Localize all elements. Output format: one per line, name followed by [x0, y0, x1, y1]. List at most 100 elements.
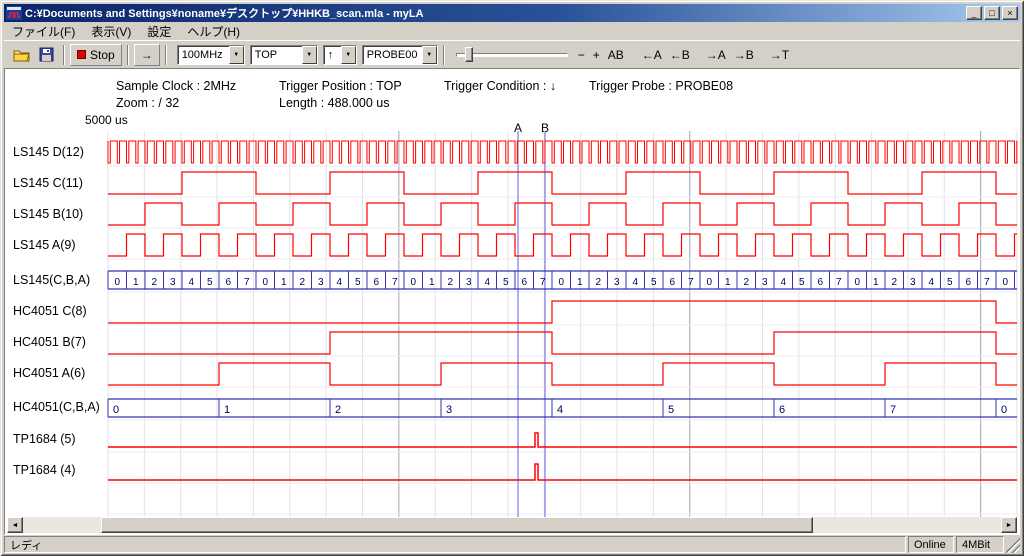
trigger-probe-combo[interactable]: PROBE00 ▼ [362, 45, 438, 65]
menu-settings[interactable]: 設定 [139, 21, 179, 42]
app-window: C:¥Documents and Settings¥noname¥デスクトップ¥… [0, 0, 1024, 556]
bus-value: 3 [762, 277, 768, 288]
status-bar: レディ Online 4MBit [4, 536, 1020, 553]
chevron-down-icon[interactable]: ▼ [229, 46, 244, 64]
sample-clock-combo[interactable]: 100MHz ▼ [177, 45, 245, 65]
scrollbar-thumb[interactable] [101, 517, 813, 533]
waveform-trace [108, 363, 1017, 385]
bus-value: 7 [890, 404, 896, 416]
floppy-disk-icon [39, 47, 54, 62]
toolbar-separator [127, 45, 129, 65]
trigger-probe-info: Trigger Probe : PROBE08 [589, 79, 733, 93]
bus-value: 0 [115, 277, 121, 288]
open-folder-icon [13, 48, 31, 62]
length-info: Length : 488.000 us [279, 96, 390, 110]
bus-value: 2 [892, 277, 898, 288]
bus-value: 5 [799, 277, 805, 288]
bus-value: 2 [744, 277, 750, 288]
bus-value: 5 [207, 277, 213, 288]
bus-value: 0 [1001, 404, 1007, 416]
scroll-left-button[interactable]: ◄ [7, 517, 23, 533]
waveform-trace [108, 172, 1017, 194]
bus-value: 5 [355, 277, 361, 288]
bus-value: 0 [707, 277, 713, 288]
goto-trigger-button[interactable]: →T [766, 45, 793, 65]
scroll-right-button[interactable]: ► [1001, 517, 1017, 533]
bus-value: 4 [485, 277, 491, 288]
run-button[interactable]: → [134, 44, 160, 66]
chevron-down-icon[interactable]: ▼ [341, 46, 356, 64]
waveform-trace [108, 141, 1017, 163]
minimize-button[interactable]: _ [966, 6, 982, 20]
bus-value: 7 [688, 277, 694, 288]
save-file-button[interactable] [34, 44, 58, 66]
bus-value: 0 [559, 277, 565, 288]
trigger-edge-combo[interactable]: ↑ ▼ [323, 45, 357, 65]
bus-value: 0 [411, 277, 417, 288]
maximize-button[interactable]: □ [984, 6, 1000, 20]
goto-marker-b-button[interactable]: ←B [666, 45, 694, 65]
trigger-position-combo[interactable]: TOP ▼ [250, 45, 318, 65]
bus-value: 4 [633, 277, 639, 288]
set-marker-a-button[interactable]: →A [702, 45, 730, 65]
goto-marker-a-button[interactable]: ←A [638, 45, 666, 65]
waveform-trace [108, 433, 1017, 447]
trigger-position-info: Trigger Position : TOP [279, 79, 402, 93]
time-scale-label: 5000 us [85, 113, 128, 127]
bus-value: 1 [224, 404, 230, 416]
bus-value: 4 [557, 404, 563, 416]
scrollbar-track[interactable] [23, 517, 1001, 533]
resize-grip[interactable] [1006, 536, 1020, 553]
zoom-out-button[interactable]: − [574, 45, 589, 65]
menu-view[interactable]: 表示(V) [83, 21, 139, 42]
waveform-trace [108, 301, 1017, 323]
bus-value: 6 [779, 404, 785, 416]
close-button[interactable]: × [1002, 6, 1018, 20]
bus-value: 7 [244, 277, 250, 288]
zoom-info: Zoom : / 32 [116, 96, 179, 110]
horizontal-scrollbar[interactable]: ◄ ► [7, 517, 1017, 533]
title-bar[interactable]: C:¥Documents and Settings¥noname¥デスクトップ¥… [4, 4, 1020, 22]
waveform-plot[interactable]: 0123456701234567012345670123456701234567… [5, 129, 1020, 519]
bus-value: 0 [113, 404, 119, 416]
status-memory: 4MBit [956, 536, 1004, 553]
chevron-down-icon[interactable]: ▼ [422, 46, 437, 64]
window-title: C:¥Documents and Settings¥noname¥デスクトップ¥… [25, 5, 964, 21]
stop-button[interactable]: Stop [70, 44, 122, 66]
open-file-button[interactable] [10, 44, 34, 66]
bus-value: 3 [170, 277, 176, 288]
zoom-in-button[interactable]: + [589, 45, 604, 65]
bus-value: 0 [855, 277, 861, 288]
bus-value: 0 [263, 277, 269, 288]
bus-value: 4 [781, 277, 787, 288]
bus-value: 2 [335, 404, 341, 416]
toolbar-separator [443, 45, 445, 65]
menu-help[interactable]: ヘルプ(H) [179, 21, 248, 42]
bus-value: 7 [984, 277, 990, 288]
toolbar-separator [63, 45, 65, 65]
waveform-trace [108, 234, 1017, 256]
bus-value: 6 [818, 277, 824, 288]
bus-value: 3 [466, 277, 472, 288]
bus-value: 2 [152, 277, 158, 288]
menu-file[interactable]: ファイル(F) [4, 21, 83, 42]
waveform-client-area: Sample Clock : 2MHz Trigger Position : T… [4, 68, 1020, 535]
bus-value: 2 [300, 277, 306, 288]
trigger-condition-info: Trigger Condition : ↓ [444, 79, 556, 93]
bus-value: 7 [392, 277, 398, 288]
bus-value: 5 [668, 404, 674, 416]
app-icon [6, 6, 22, 20]
status-ready: レディ [4, 536, 906, 553]
status-online: Online [908, 536, 954, 553]
zoom-slider[interactable] [456, 45, 568, 65]
bus-value: 5 [947, 277, 953, 288]
bus-value: 6 [522, 277, 528, 288]
bus-value: 1 [725, 277, 731, 288]
zoom-slider-thumb[interactable] [465, 47, 473, 62]
set-marker-b-button[interactable]: →B [730, 45, 758, 65]
zoom-ab-button[interactable]: AB [604, 45, 628, 65]
bus-value: 5 [651, 277, 657, 288]
chevron-down-icon[interactable]: ▼ [302, 46, 317, 64]
waveform-trace [108, 203, 1017, 225]
toolbar: Stop → 100MHz ▼ TOP ▼ ↑ ▼ PROBE00 ▼ − + … [4, 40, 1020, 68]
